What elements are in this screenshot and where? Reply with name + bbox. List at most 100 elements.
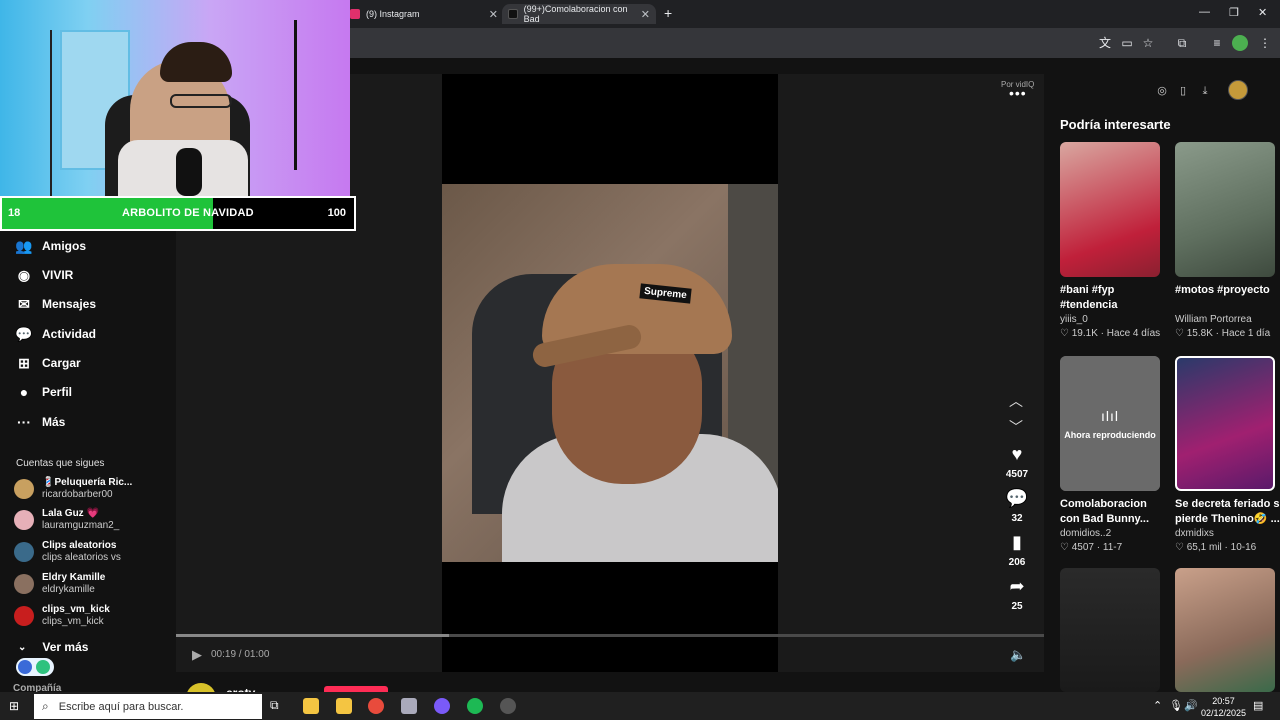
account-handle: eldrykamille: [42, 584, 95, 595]
taskbar-search[interactable]: ⌕ Escribe aquí para buscar.: [34, 694, 262, 719]
sidebar-item-cargar[interactable]: ⊞ Cargar: [14, 352, 81, 374]
user-avatar[interactable]: [1228, 80, 1248, 100]
tab-instagram[interactable]: (9) Instagram ✕: [350, 4, 498, 24]
like-action[interactable]: ♥ 4507: [1002, 444, 1032, 480]
phone-icon[interactable]: ▯: [1174, 82, 1192, 100]
card-title[interactable]: #motos #proyecto: [1175, 283, 1280, 298]
video-thumbnail[interactable]: [1175, 142, 1275, 277]
system-clock[interactable]: 20:57 02/12/2025: [1201, 695, 1246, 719]
sidebar-item-mensajes[interactable]: ✉ Mensajes: [14, 293, 96, 315]
card-user[interactable]: yiiis_0: [1060, 314, 1088, 325]
account-name: Clips aleatorios: [42, 540, 117, 551]
new-tab-button[interactable]: +: [664, 5, 672, 21]
share-action[interactable]: ➦ 25: [1002, 576, 1032, 612]
notifications-icon[interactable]: ▤: [1253, 699, 1263, 712]
card-title[interactable]: Se decreta feriado si pierde Thenino🤣 ..…: [1175, 497, 1280, 527]
extension-badge[interactable]: [16, 658, 54, 676]
comment-action[interactable]: 💬 32: [1002, 488, 1032, 524]
bookmark-star-icon[interactable]: ☆: [1140, 35, 1156, 51]
sidebar-item-vivir[interactable]: ◉ VIVIR: [14, 264, 73, 286]
chevron-down-icon: ⌄: [18, 641, 27, 653]
video-progress-fill[interactable]: [176, 634, 450, 637]
sidebar-item-actividad[interactable]: 💬 Actividad: [14, 323, 96, 345]
account-name: Lala Guz 💗: [42, 508, 99, 519]
obs-icon[interactable]: [500, 698, 516, 714]
sidebar-item-ms[interactable]: ··· Más: [14, 411, 65, 433]
now-playing-overlay[interactable]: ılıl Ahora reproduciendo: [1060, 356, 1160, 491]
store-icon[interactable]: [336, 698, 352, 714]
minimize-button[interactable]: —: [1199, 6, 1210, 18]
sidebar-item-amigos[interactable]: 👥 Amigos: [14, 235, 86, 257]
restore-button[interactable]: ❐: [1229, 6, 1239, 19]
more-options-icon[interactable]: •••: [1009, 85, 1027, 101]
card-meta: ♡ 15.8K · Hace 1 día: [1175, 328, 1270, 339]
tab-tiktok[interactable]: (99+)Comolaboracion con Bad ✕: [502, 4, 656, 24]
card-user[interactable]: dxmidixs: [1175, 528, 1214, 539]
heart-outline-icon: ♡: [1175, 328, 1187, 339]
card-date: 10-16: [1230, 542, 1257, 553]
following-account[interactable]: clips_vm_kick clips_vm_kick: [14, 602, 110, 630]
light-stand: [50, 30, 52, 196]
goal-target: 100: [327, 207, 346, 219]
video-thumbnail[interactable]: [1060, 568, 1160, 692]
comment-icon[interactable]: 💬: [1002, 488, 1032, 509]
goal-count: 18: [8, 207, 21, 219]
following-account[interactable]: Clips aleatorios clips aleatorios vs: [14, 538, 121, 566]
cast-icon[interactable]: ▭: [1119, 35, 1135, 51]
play-icon[interactable]: ▶: [192, 647, 202, 663]
card-title[interactable]: Comolaboracion con Bad Bunny...: [1060, 497, 1168, 527]
extensions-icon[interactable]: ⧉: [1174, 35, 1190, 51]
instagram-icon: [350, 9, 360, 19]
share-count: 25: [1011, 601, 1023, 612]
media-control-icon[interactable]: ≡: [1209, 35, 1225, 51]
following-account[interactable]: Lala Guz 💗 lauramguzman2_: [14, 506, 119, 534]
card-title[interactable]: #bani #fyp #tendencia: [1060, 283, 1168, 313]
sidebar-item-perfil[interactable]: ● Perfil: [14, 381, 72, 403]
avatar: [14, 542, 34, 562]
card-date: Hace 4 días: [1106, 328, 1161, 339]
menu-dots-icon[interactable]: ⋮: [1257, 35, 1273, 51]
following-account[interactable]: Eldry Kamille eldrykamille: [14, 570, 105, 598]
close-icon[interactable]: ✕: [489, 8, 498, 21]
chevron-up-icon[interactable]: ︿: [1009, 391, 1023, 411]
card-user[interactable]: William Portorrea: [1175, 314, 1252, 325]
microphone: [176, 148, 202, 196]
bookmark-icon[interactable]: ▮: [1002, 532, 1032, 553]
download-icon[interactable]: ⤓: [1196, 82, 1214, 100]
app-icon[interactable]: [401, 698, 417, 714]
volume-icon[interactable]: 🔈: [1010, 647, 1026, 663]
spotify-icon[interactable]: [467, 698, 483, 714]
sidebar-item-label: Mensajes: [42, 297, 97, 311]
share-icon[interactable]: ➦: [1002, 576, 1032, 597]
close-icon[interactable]: ✕: [641, 8, 650, 21]
save-action[interactable]: ▮ 206: [1002, 532, 1032, 568]
card-likes: 19.1K: [1071, 328, 1098, 339]
video-thumbnail[interactable]: [1175, 356, 1275, 491]
video-thumbnail[interactable]: [1060, 142, 1160, 277]
task-view-icon[interactable]: ⧉: [270, 698, 286, 714]
file-explorer-icon[interactable]: [303, 698, 319, 714]
windows-start-icon[interactable]: ⊞: [9, 699, 23, 713]
translate-icon[interactable]: 文: [1097, 35, 1113, 51]
coins-icon[interactable]: ◎: [1153, 82, 1171, 100]
clock-date: 02/12/2025: [1201, 708, 1247, 718]
profile-avatar-icon[interactable]: [1232, 35, 1248, 51]
sidebar-item-label: VIVIR: [42, 268, 74, 282]
tray-chevron-icon[interactable]: ⌃: [1153, 699, 1162, 712]
chrome-icon[interactable]: [368, 698, 384, 714]
see-more-button[interactable]: ⌄ Ver más: [18, 640, 88, 654]
video-thumbnail[interactable]: [1175, 568, 1275, 692]
separator: ·: [1212, 328, 1222, 339]
close-window-button[interactable]: ✕: [1258, 6, 1267, 19]
speaker-tray-icon[interactable]: 🔊: [1184, 699, 1198, 712]
video-frame[interactable]: Supreme: [442, 184, 778, 562]
discord-icon[interactable]: [434, 698, 450, 714]
see-more-label: Ver más: [42, 640, 89, 654]
chevron-down-icon[interactable]: ﹀: [1009, 417, 1023, 437]
following-account[interactable]: 💈Peluquería Ric... ricardobarber00: [14, 475, 132, 503]
card-user[interactable]: domidios..2: [1060, 528, 1111, 539]
heart-icon[interactable]: ♥: [1002, 444, 1032, 465]
friends-icon: 👥: [15, 237, 33, 254]
microphone-tray-icon[interactable]: 🎙: [1169, 699, 1183, 712]
sidebar-item-label: Perfil: [42, 385, 73, 399]
